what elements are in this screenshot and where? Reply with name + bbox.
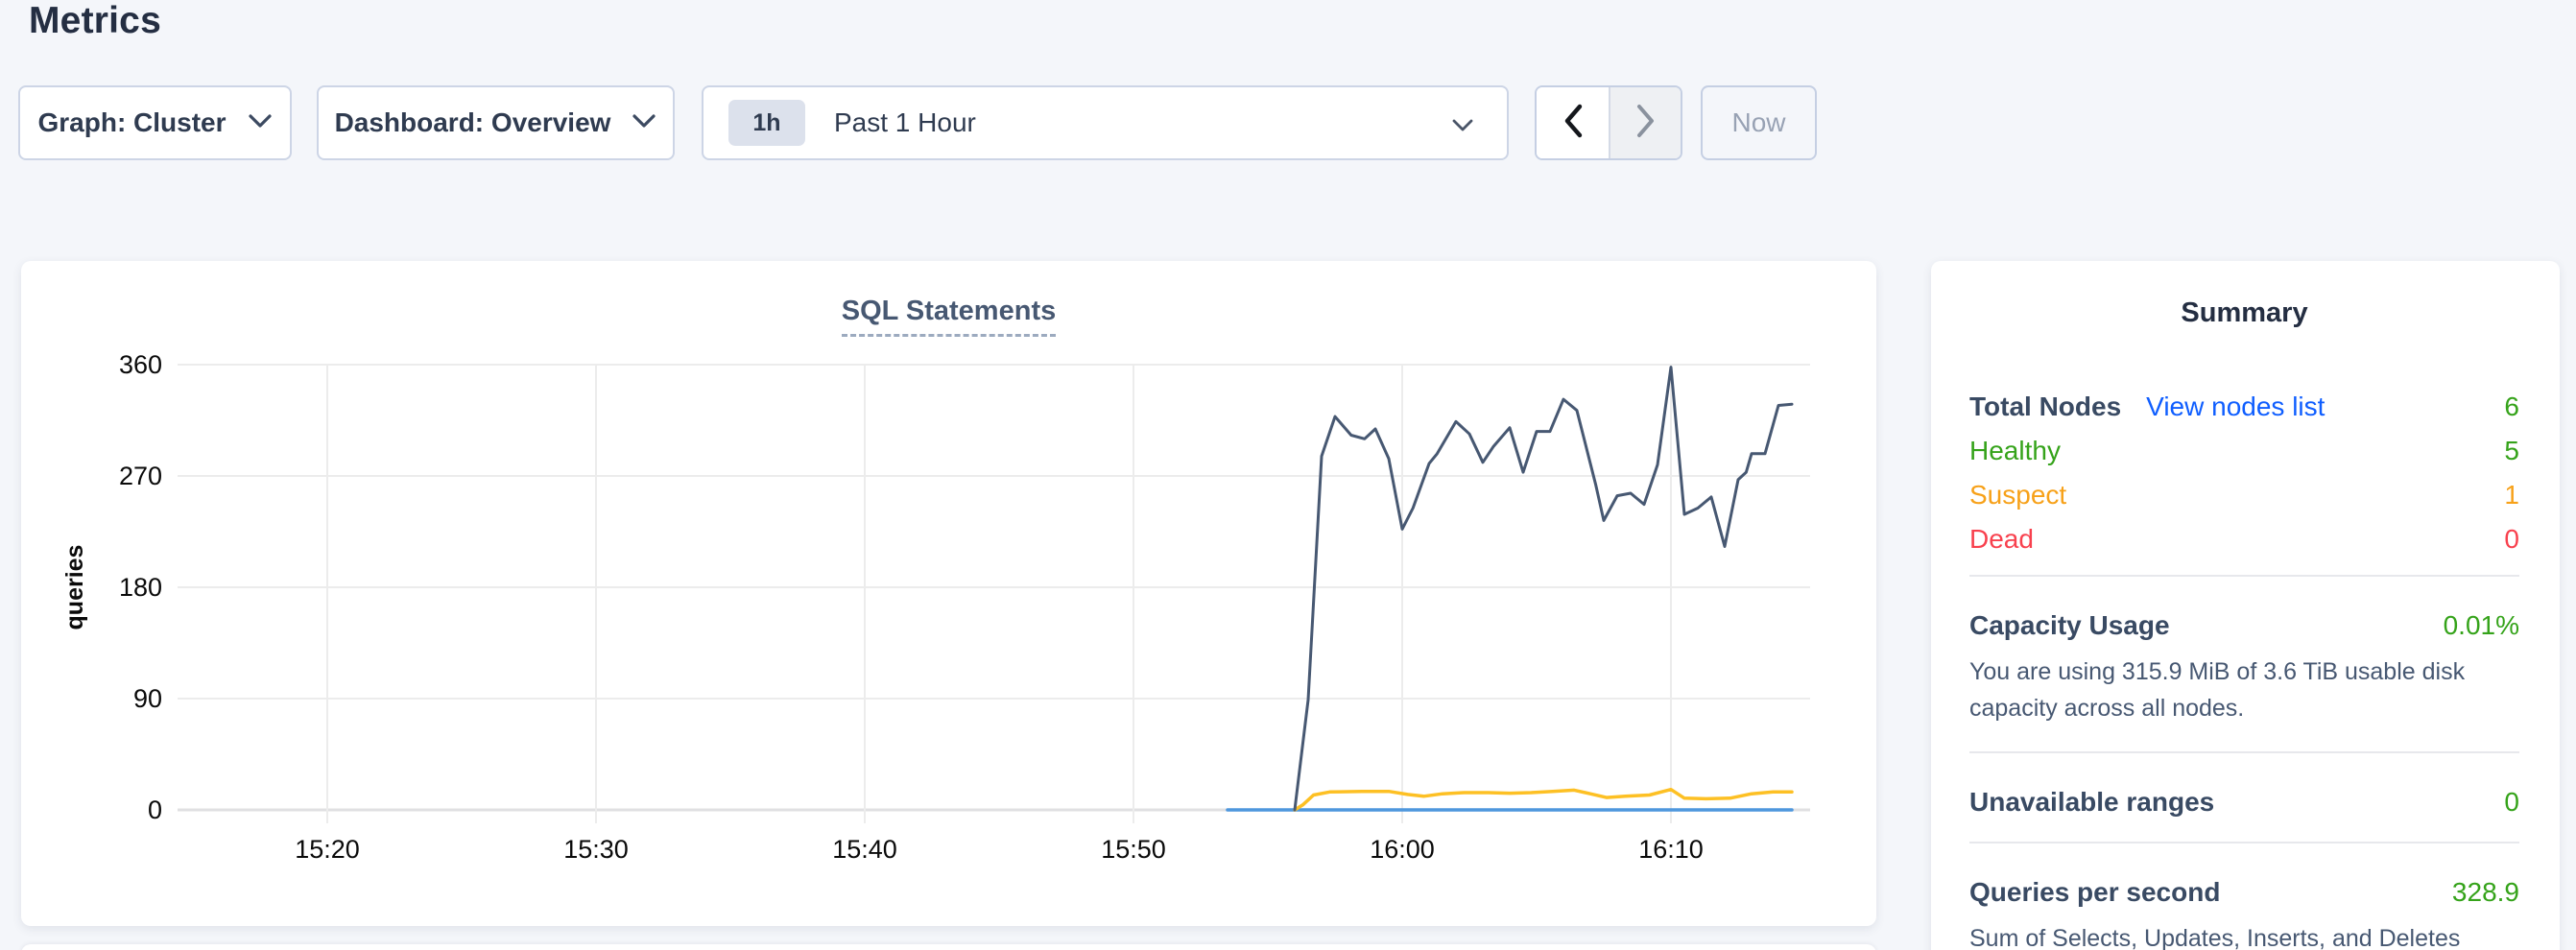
y-tick-label: 0	[148, 796, 162, 824]
unavailable-ranges-label: Unavailable ranges	[1969, 787, 2214, 818]
summary-panel: Summary Total Nodes View nodes list 6 He…	[1931, 261, 2560, 950]
time-window-label: Past 1 Hour	[834, 107, 976, 138]
dead-label: Dead	[1969, 524, 2034, 555]
total-nodes-row: Total Nodes View nodes list 6	[1969, 385, 2519, 429]
y-tick-label: 180	[119, 573, 162, 602]
unavailable-ranges-section: Unavailable ranges 0	[1969, 780, 2519, 824]
qps-description: Sum of Selects, Updates, Inserts, and De…	[1969, 920, 2519, 950]
chevron-down-icon	[1451, 118, 1474, 137]
y-tick-label: 90	[133, 684, 162, 713]
summary-title: Summary	[1969, 297, 2519, 329]
healthy-value: 5	[2504, 436, 2519, 466]
yellow-series-line	[1295, 790, 1792, 810]
qps-section: Queries per second 328.9 Sum of Selects,…	[1969, 870, 2519, 950]
chevron-down-icon	[632, 113, 656, 133]
now-button-label: Now	[1731, 107, 1785, 138]
x-tick-label: 16:00	[1370, 835, 1435, 864]
dead-value: 0	[2504, 524, 2519, 555]
time-window-selector[interactable]: 1h Past 1 Hour	[702, 85, 1509, 160]
y-tick-label: 360	[119, 350, 162, 379]
capacity-section: Capacity Usage 0.01% You are using 315.9…	[1969, 604, 2519, 726]
suspect-nodes-row: Suspect 1	[1969, 473, 2519, 517]
x-tick-label: 15:20	[295, 835, 360, 864]
divider	[1969, 842, 2519, 843]
prev-time-button[interactable]	[1537, 87, 1609, 158]
sql-statements-chart[interactable]: 0 90 180 270 360 15:20 15:30 15:40 15:50 16:00 16:…	[21, 261, 1876, 926]
x-tick-label: 16:10	[1638, 835, 1704, 864]
dashboard-dropdown[interactable]: Dashboard: Overview	[317, 85, 675, 160]
navy-series-line	[1295, 368, 1792, 810]
qps-value: 328.9	[2452, 877, 2519, 908]
now-button[interactable]: Now	[1701, 85, 1817, 160]
chevron-down-icon	[248, 113, 273, 133]
suspect-label: Suspect	[1969, 480, 2066, 511]
y-axis-label: queries	[61, 545, 88, 630]
dashboard-dropdown-label: Dashboard: Overview	[335, 107, 611, 138]
unavailable-ranges-value: 0	[2504, 787, 2519, 818]
page-title: Metrics	[29, 0, 161, 42]
healthy-label: Healthy	[1969, 436, 2061, 466]
sql-statements-card: SQL Statements 09018027036015:2015:3015:…	[21, 261, 1876, 926]
time-window-badge: 1h	[728, 100, 805, 146]
suspect-value: 1	[2504, 480, 2519, 511]
graph-dropdown[interactable]: Graph: Cluster	[18, 85, 292, 160]
divider	[1969, 751, 2519, 753]
capacity-label: Capacity Usage	[1969, 610, 2170, 641]
dead-nodes-row: Dead 0	[1969, 517, 2519, 561]
next-chart-card-edge	[21, 944, 1876, 950]
metrics-page: Metrics Graph: Cluster Dashboard: Overvi…	[0, 0, 2576, 950]
y-tick-label: 270	[119, 462, 162, 490]
next-time-button[interactable]	[1609, 87, 1681, 158]
node-status-list: Total Nodes View nodes list 6 Healthy 5 …	[1969, 385, 2519, 561]
x-tick-label: 15:40	[832, 835, 897, 864]
healthy-nodes-row: Healthy 5	[1969, 429, 2519, 473]
divider	[1969, 575, 2519, 577]
qps-label: Queries per second	[1969, 877, 2220, 908]
view-nodes-link[interactable]: View nodes list	[2146, 392, 2325, 422]
capacity-value: 0.01%	[2444, 610, 2519, 641]
total-nodes-value: 6	[2504, 392, 2519, 422]
total-nodes-label: Total Nodes	[1969, 392, 2121, 422]
chevron-left-icon	[1562, 104, 1584, 143]
x-tick-label: 15:30	[563, 835, 629, 864]
x-tick-label: 15:50	[1101, 835, 1166, 864]
chevron-right-icon	[1635, 104, 1657, 143]
capacity-description: You are using 315.9 MiB of 3.6 TiB usabl…	[1969, 653, 2519, 726]
graph-dropdown-label: Graph: Cluster	[37, 107, 226, 138]
time-step-buttons	[1535, 85, 1682, 160]
